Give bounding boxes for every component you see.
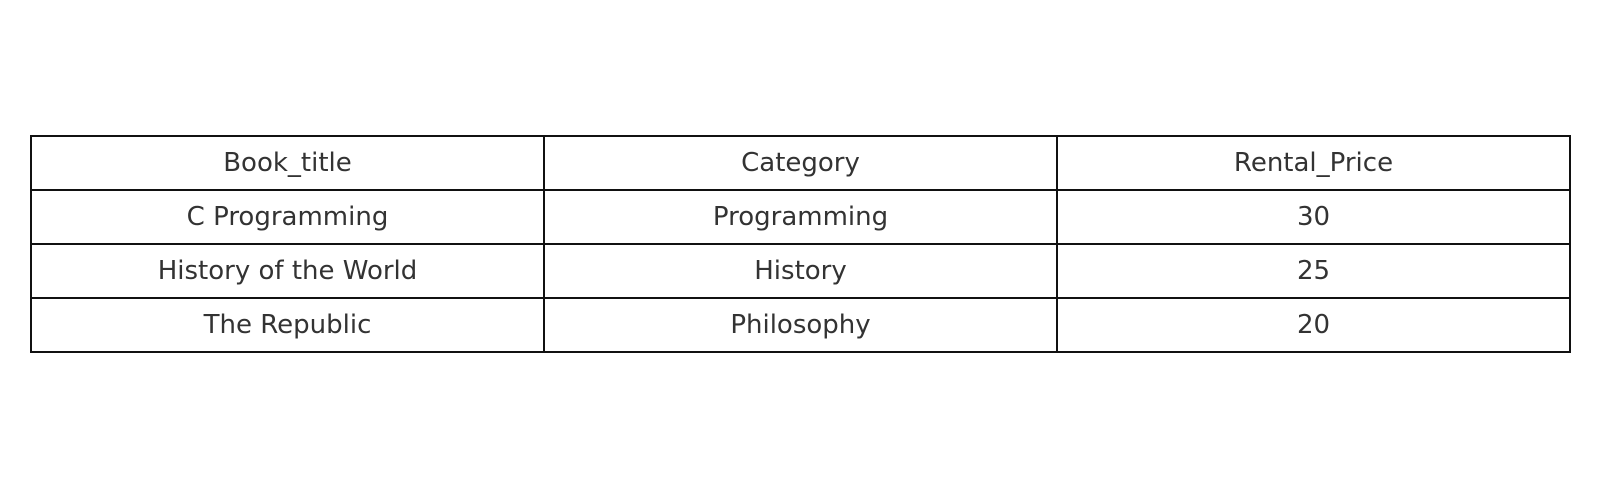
column-header-book-title: Book_title — [30, 135, 545, 191]
cell-book-title: History of the World — [30, 243, 545, 299]
cell-rental-price: 25 — [1056, 243, 1571, 299]
column-header-rental-price: Rental_Price — [1056, 135, 1571, 191]
data-table: Book_title Category Rental_Price C Progr… — [30, 135, 1571, 353]
cell-rental-price: 30 — [1056, 189, 1571, 245]
table-header-row: Book_title Category Rental_Price — [30, 135, 1571, 191]
data-table-container: Book_title Category Rental_Price C Progr… — [30, 135, 1571, 353]
table-row: C Programming Programming 30 — [30, 189, 1571, 245]
cell-category: Programming — [543, 189, 1058, 245]
column-header-category: Category — [543, 135, 1058, 191]
cell-rental-price: 20 — [1056, 297, 1571, 353]
cell-book-title: C Programming — [30, 189, 545, 245]
table-row: The Republic Philosophy 20 — [30, 297, 1571, 353]
cell-category: Philosophy — [543, 297, 1058, 353]
table-row: History of the World History 25 — [30, 243, 1571, 299]
cell-book-title: The Republic — [30, 297, 545, 353]
cell-category: History — [543, 243, 1058, 299]
